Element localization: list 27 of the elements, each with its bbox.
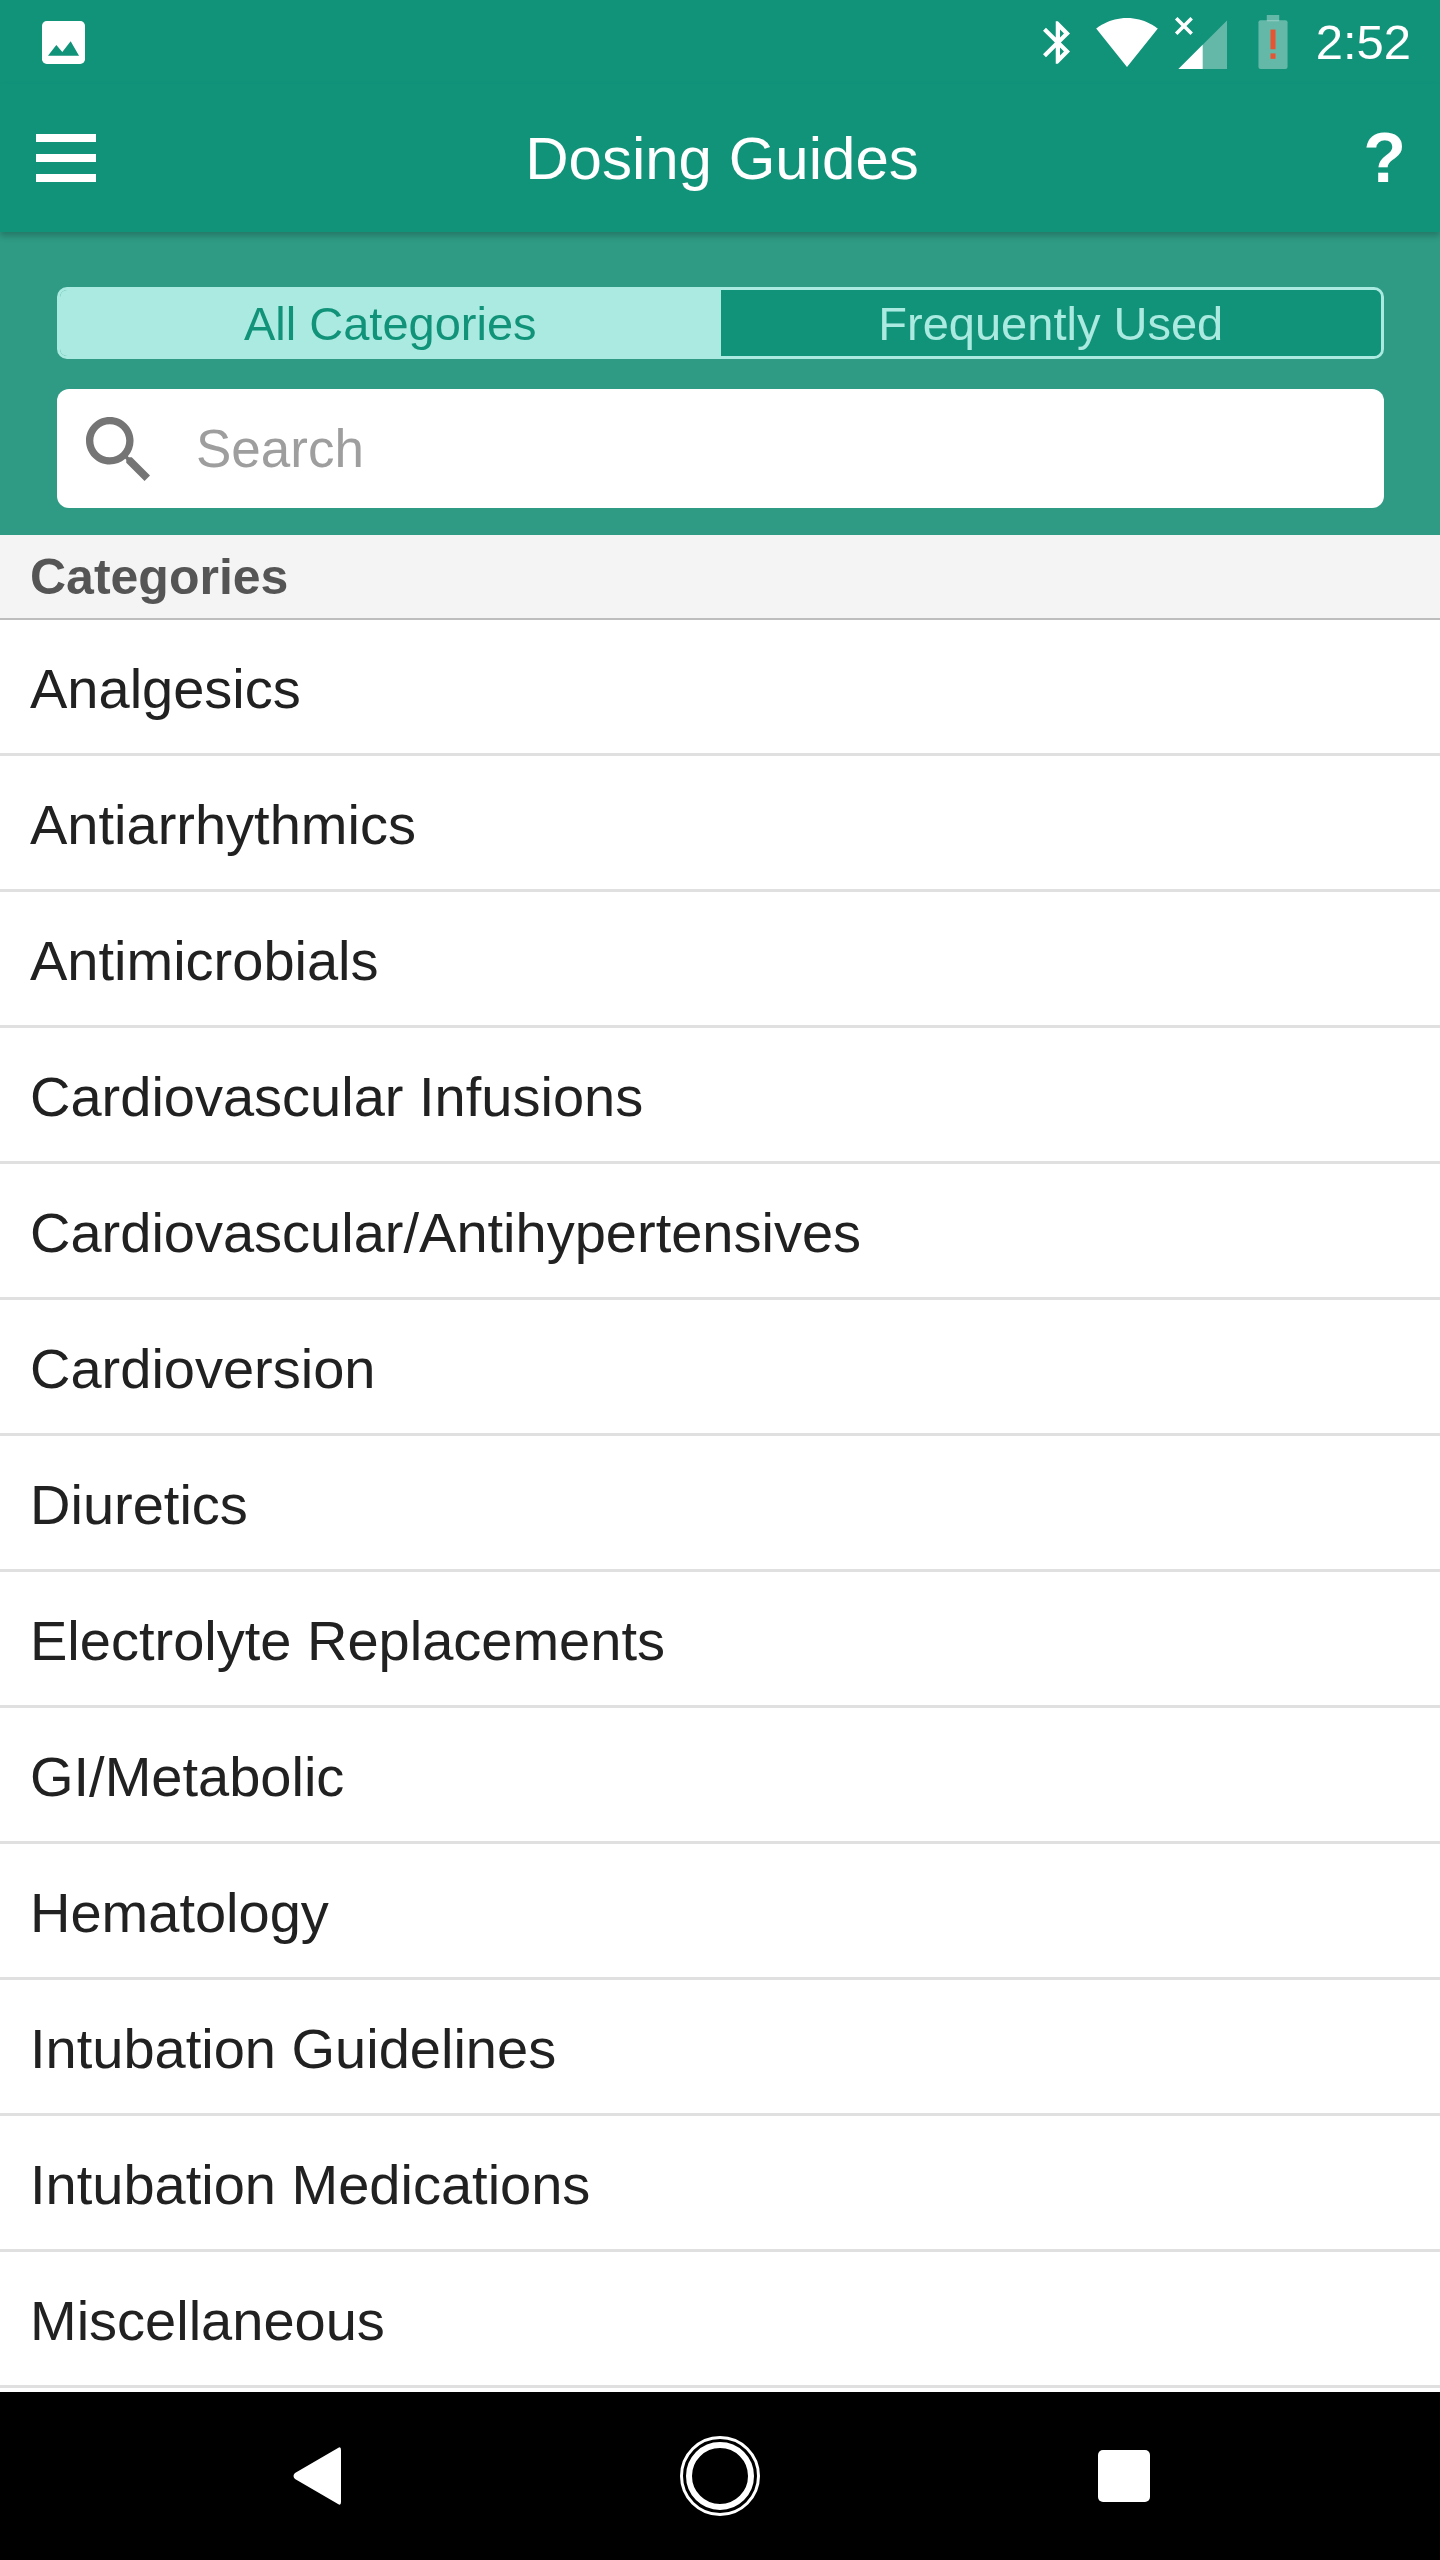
back-icon[interactable] <box>291 2446 341 2506</box>
category-item[interactable]: Intubation Guidelines <box>0 1980 1440 2116</box>
category-item[interactable]: Intubation Medications <box>0 2116 1440 2252</box>
category-item[interactable]: Antimicrobials <box>0 892 1440 1028</box>
search-icon <box>86 417 150 481</box>
category-item[interactable]: Cardiovascular Infusions <box>0 1028 1440 1164</box>
wifi-icon <box>1095 17 1158 67</box>
menu-icon[interactable] <box>36 134 96 182</box>
category-item[interactable]: Hematology <box>0 1844 1440 1980</box>
image-icon <box>42 20 85 64</box>
search-field[interactable]: Search <box>57 389 1384 508</box>
signal-icon <box>1173 15 1227 69</box>
category-item[interactable]: GI/Metabolic <box>0 1708 1440 1844</box>
category-item[interactable]: Antiarrhythmics <box>0 756 1440 892</box>
category-item[interactable]: Cardioversion <box>0 1300 1440 1436</box>
category-item[interactable]: Cardiovascular/Antihypertensives <box>0 1164 1440 1300</box>
category-item[interactable]: Electrolyte Replacements <box>0 1572 1440 1708</box>
help-button[interactable]: ? <box>1361 123 1408 193</box>
home-icon[interactable] <box>680 2436 760 2516</box>
section-header: Categories <box>0 535 1440 620</box>
battery-icon <box>1255 15 1290 69</box>
bluetooth-icon <box>1042 20 1070 64</box>
category-item[interactable]: Miscellaneous <box>0 2252 1440 2388</box>
category-item[interactable]: Analgesics <box>0 620 1440 756</box>
status-time: 2:52 <box>1315 17 1411 67</box>
app-title: Dosing Guides <box>525 123 919 193</box>
category-item[interactable]: Diuretics <box>0 1436 1440 1572</box>
